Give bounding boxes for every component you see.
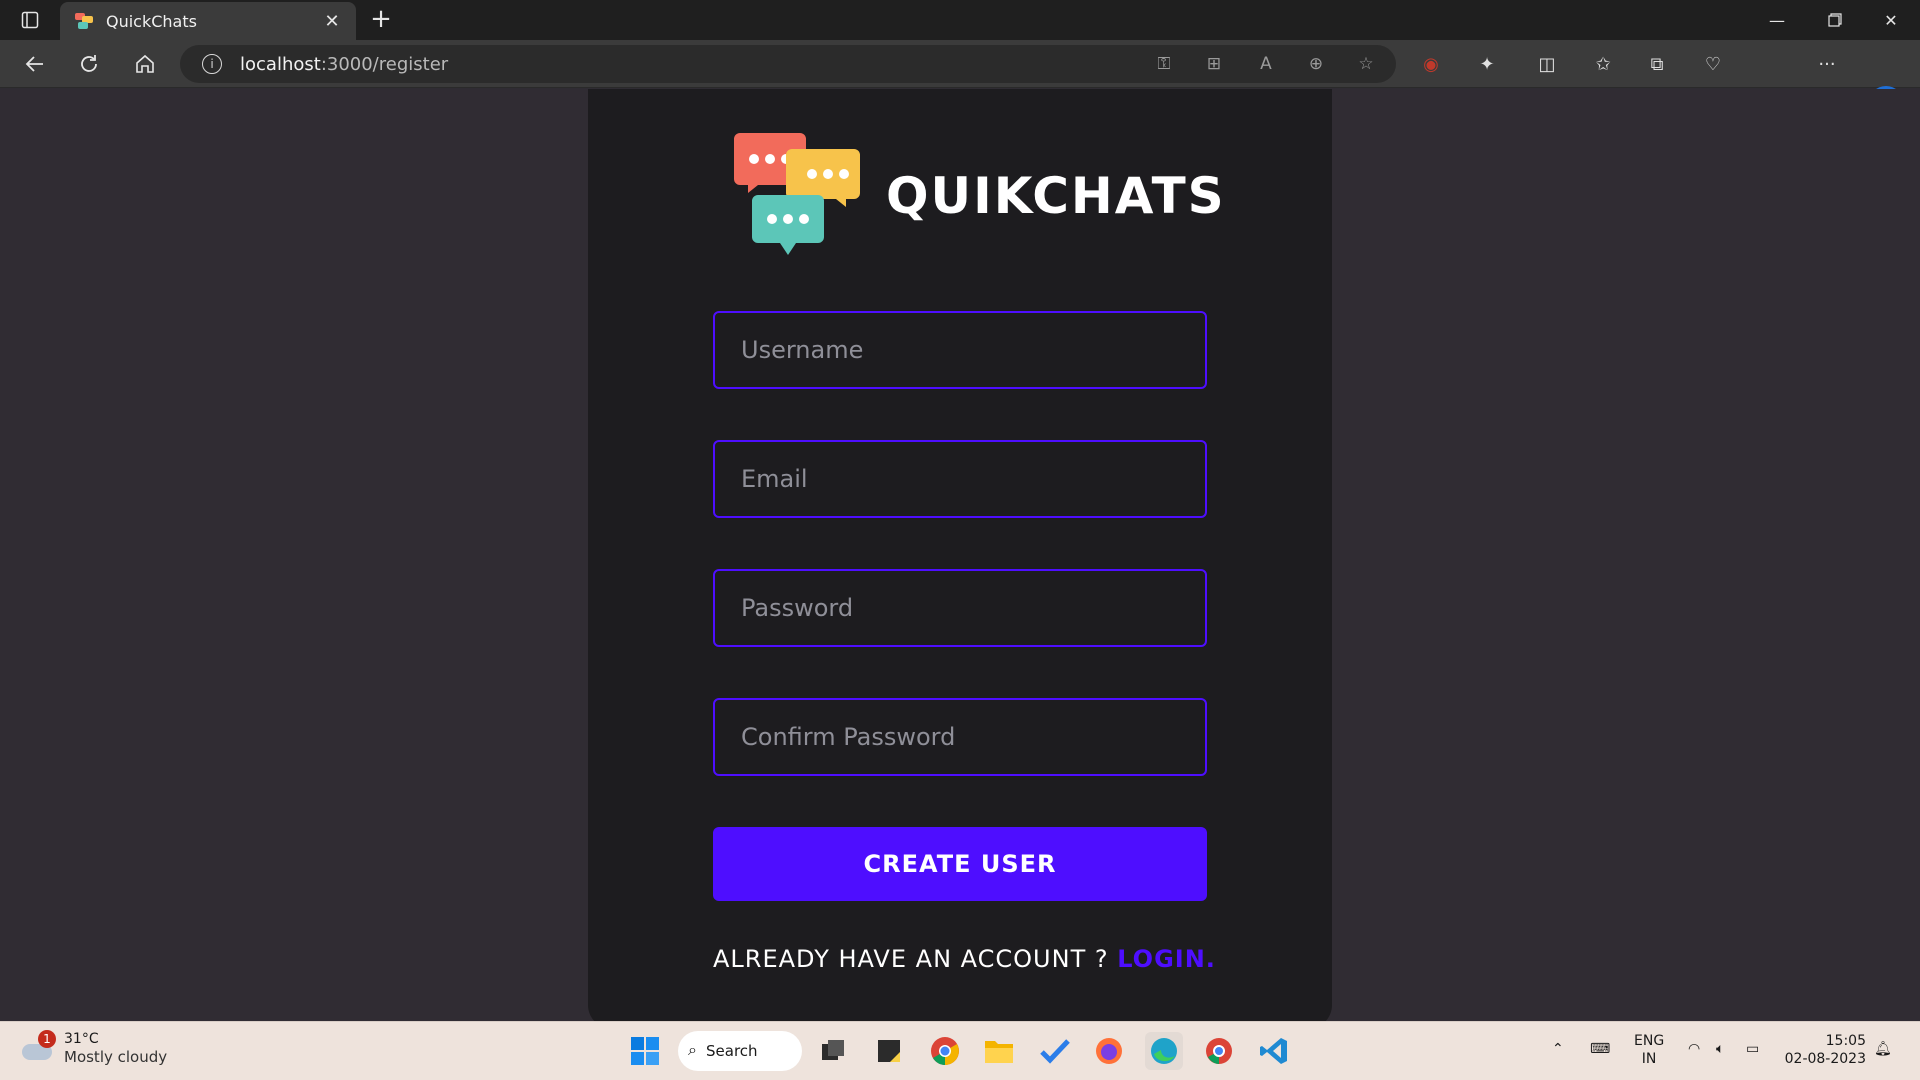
wifi-icon[interactable]: ◠	[1688, 1040, 1700, 1058]
username-input[interactable]	[713, 311, 1207, 389]
app-available-icon[interactable]: ⊞	[1202, 53, 1226, 75]
tab-actions-icon[interactable]	[14, 6, 46, 34]
keyboard-icon[interactable]: ⌨	[1590, 1040, 1610, 1058]
brand-name: QUIKCHATS	[886, 167, 1226, 225]
refresh-icon[interactable]	[72, 48, 106, 80]
clock-time: 15:05	[1825, 1033, 1866, 1049]
extension-red-icon[interactable]: ◉	[1416, 50, 1446, 78]
performance-icon[interactable]: ♡	[1698, 50, 1728, 78]
tab-quickchats[interactable]: QuickChats ✕	[60, 2, 356, 40]
weather-temp: 31°C	[64, 1031, 99, 1047]
favorites-icon[interactable]: ✩	[1588, 50, 1618, 78]
weather-desc: Mostly cloudy	[64, 1048, 168, 1066]
email-input[interactable]	[713, 440, 1207, 518]
notifications-icon[interactable]: 🔔︎	[1874, 1040, 1892, 1058]
taskbar: 1 31°C Mostly cloudy ⌕ Search ⌃ ⌨ ENG IN…	[0, 1021, 1920, 1080]
favorite-star-icon[interactable]: ☆	[1354, 53, 1378, 75]
more-options-icon[interactable]: ···	[1812, 50, 1842, 78]
browser-window: QuickChats ✕ + — ✕ i localhost:3000/regi…	[0, 0, 1920, 1080]
close-window-icon[interactable]: ✕	[1862, 0, 1920, 40]
chat-bubbles-logo-icon	[734, 133, 860, 255]
tab-title: QuickChats	[106, 11, 197, 31]
url-host: localhost	[240, 53, 321, 75]
already-account-text: ALREADY HAVE AN ACCOUNT ?	[713, 945, 1118, 973]
read-aloud-icon[interactable]: A	[1254, 53, 1278, 75]
restore-icon[interactable]	[1806, 0, 1864, 40]
register-card: QUIKCHATS CREATE USER ALREADY HAVE AN AC…	[588, 89, 1332, 1029]
clock[interactable]: 15:05 02-08-2023	[1782, 1032, 1866, 1068]
cloud-icon: 1	[20, 1030, 56, 1060]
volume-icon[interactable]: 🔈︎	[1716, 1040, 1724, 1058]
todo-icon[interactable]	[1036, 1032, 1074, 1070]
confirm-password-input[interactable]	[713, 698, 1207, 776]
sticky-notes-icon[interactable]	[870, 1032, 908, 1070]
weather-widget[interactable]: 1 31°C Mostly cloudy	[20, 1030, 167, 1066]
split-screen-icon[interactable]: ◫	[1532, 50, 1562, 78]
chrome-icon[interactable]	[926, 1032, 964, 1070]
minimize-icon[interactable]: —	[1748, 0, 1806, 40]
task-view-icon[interactable]	[814, 1032, 852, 1070]
url-path: :3000/register	[320, 53, 449, 75]
search-icon: ⌕	[688, 1040, 697, 1059]
zoom-icon[interactable]: ⊕	[1304, 53, 1328, 75]
close-tab-icon[interactable]: ✕	[322, 11, 342, 32]
back-icon[interactable]	[18, 48, 52, 80]
login-prompt: ALREADY HAVE AN ACCOUNT ? LOGIN.	[713, 945, 1215, 973]
create-user-button[interactable]: CREATE USER	[713, 827, 1207, 901]
file-explorer-icon[interactable]	[980, 1032, 1018, 1070]
search-label: Search	[706, 1042, 758, 1060]
tab-bar: QuickChats ✕ + — ✕	[0, 0, 1920, 40]
password-input[interactable]	[713, 569, 1207, 647]
new-tab-button[interactable]: +	[366, 6, 396, 34]
taskbar-search[interactable]: ⌕ Search	[678, 1031, 802, 1071]
favicon-icon	[75, 13, 93, 29]
page-content: QUIKCHATS CREATE USER ALREADY HAVE AN AC…	[0, 89, 1920, 1029]
collections-icon[interactable]: ⧉	[1642, 50, 1672, 78]
lang-bottom: IN	[1641, 1051, 1657, 1067]
windows-start-icon[interactable]	[626, 1032, 664, 1070]
edge-icon[interactable]	[1145, 1032, 1183, 1070]
clock-date: 02-08-2023	[1784, 1051, 1866, 1067]
firefox-icon[interactable]	[1090, 1032, 1128, 1070]
battery-icon[interactable]: ▭	[1746, 1040, 1759, 1058]
weather-badge: 1	[38, 1030, 56, 1048]
lang-top: ENG	[1634, 1033, 1665, 1049]
login-link[interactable]: LOGIN.	[1117, 945, 1216, 973]
brand: QUIKCHATS	[734, 133, 1226, 259]
vscode-icon[interactable]	[1255, 1032, 1293, 1070]
home-icon[interactable]	[128, 48, 162, 80]
extensions-icon[interactable]: ✦	[1472, 50, 1502, 78]
chrome-profile-icon[interactable]	[1200, 1032, 1238, 1070]
show-hidden-icons-icon[interactable]: ⌃	[1552, 1040, 1564, 1058]
navigation-bar: i localhost:3000/register ⚿ ⊞ A ⊕ ☆ ◉ ✦ …	[0, 40, 1920, 122]
key-icon[interactable]: ⚿	[1152, 53, 1176, 75]
language-indicator[interactable]: ENG IN	[1634, 1032, 1664, 1068]
site-info-icon[interactable]: i	[202, 54, 222, 74]
